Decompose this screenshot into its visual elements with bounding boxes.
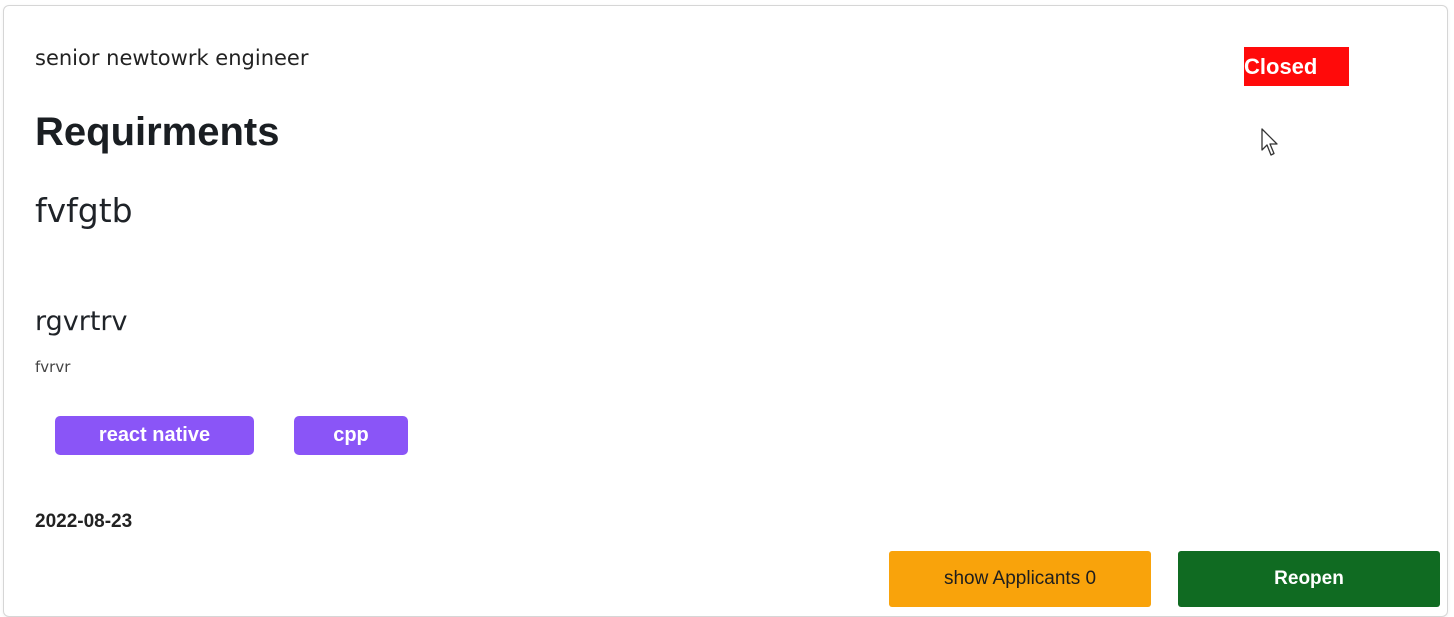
status-badge: Closed [1244, 47, 1349, 86]
requirements-heading: Requirments [35, 110, 280, 154]
posted-date: 2022-08-23 [35, 511, 133, 532]
skill-tag: react native [55, 416, 254, 455]
job-title: senior newtowrk engineer [35, 46, 309, 70]
requirement-text: fvfgtb [35, 191, 133, 230]
show-applicants-button[interactable]: show Applicants 0 [889, 551, 1151, 607]
job-card: senior newtowrk engineer Closed Requirme… [3, 5, 1448, 617]
skill-tag: cpp [294, 416, 408, 455]
sub-heading: rgvrtrv [35, 306, 128, 337]
sub-text: fvrvr [35, 358, 71, 376]
mouse-pointer-icon [1261, 128, 1278, 156]
reopen-button[interactable]: Reopen [1178, 551, 1440, 607]
